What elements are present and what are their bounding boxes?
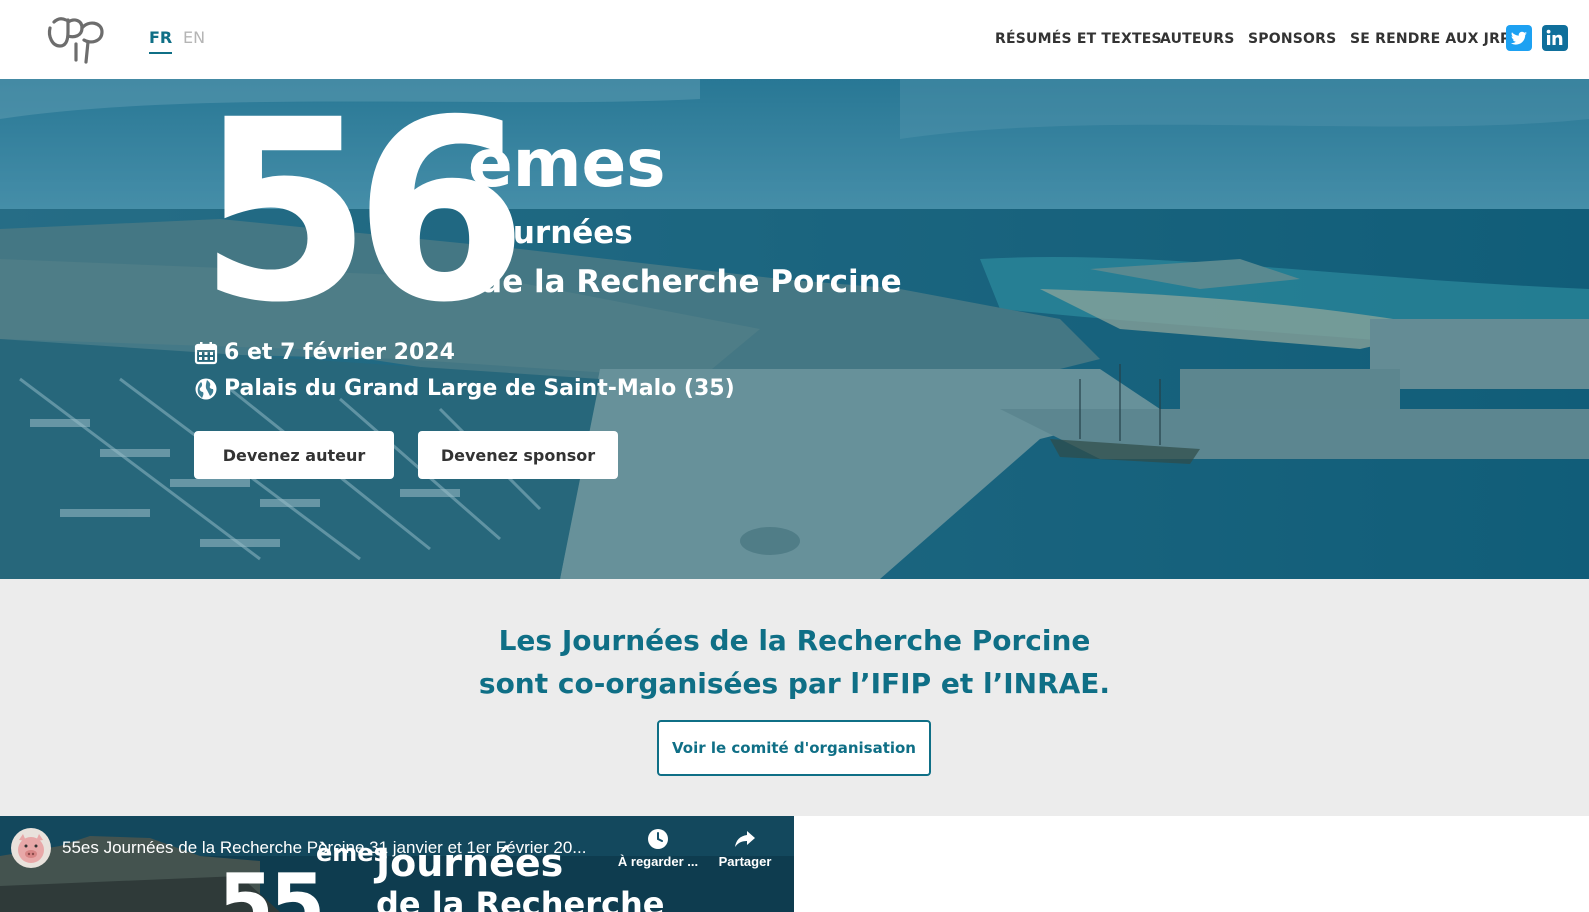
site-header: FR EN RÉSUMÉS ET TEXTES AUTEURS SPONSORS…: [0, 0, 1589, 79]
jrp-logo[interactable]: [46, 14, 108, 66]
pig-icon: [18, 834, 44, 863]
become-author-button[interactable]: Devenez auteur: [194, 431, 394, 479]
channel-avatar[interactable]: [11, 828, 51, 868]
edition-suffix: èmes: [468, 125, 666, 202]
watch-later-button[interactable]: À regarder ...: [613, 828, 703, 869]
clock-icon: [648, 829, 668, 849]
organisation-line2: sont co-organisées par l’IFIP et l’INRAE…: [478, 667, 1111, 700]
share-button[interactable]: Partager: [700, 828, 790, 869]
globe-icon: [195, 378, 217, 400]
organisation-section: Les Journées de la Recherche Porcine son…: [0, 579, 1589, 816]
organisation-line1: Les Journées de la Recherche Porcine: [498, 624, 1091, 657]
video-thumb-line2: de la Recherche: [376, 885, 665, 912]
watch-later-label: À regarder ...: [617, 854, 699, 869]
hero-subtitle-line2: de la Recherche Porcine: [480, 264, 902, 300]
hero-banner: 56 èmes Journées de la Recherche Porcine…: [0, 79, 1589, 579]
nav-auteurs[interactable]: AUTEURS: [1160, 31, 1235, 47]
event-location-text: Palais du Grand Large de Saint-Malo (35): [224, 376, 735, 401]
become-sponsor-button[interactable]: Devenez sponsor: [418, 431, 618, 479]
share-arrow-icon: [735, 831, 755, 847]
event-location: Palais du Grand Large de Saint-Malo (35): [194, 375, 735, 403]
organising-committee-button[interactable]: Voir le comité d'organisation: [657, 720, 931, 776]
event-date: 6 et 7 février 2024: [194, 339, 455, 367]
video-thumb-number: 55: [218, 857, 325, 912]
linkedin-icon[interactable]: [1542, 25, 1568, 51]
edition-number: 56: [198, 79, 528, 357]
nav-sponsors[interactable]: SPONSORS: [1248, 31, 1336, 47]
lang-en-link[interactable]: EN: [183, 28, 205, 47]
hero-subtitle-line1: Journées: [480, 215, 633, 251]
share-label: Partager: [718, 854, 772, 869]
twitter-icon[interactable]: [1506, 25, 1532, 51]
lang-fr-link[interactable]: FR: [149, 28, 173, 54]
nav-se-rendre[interactable]: SE RENDRE AUX JRP: [1350, 31, 1511, 47]
nav-resumes-textes[interactable]: RÉSUMÉS ET TEXTES: [995, 31, 1162, 47]
youtube-video-embed[interactable]: 55 èmes Journées de la Recherche 55es Jo…: [0, 816, 794, 912]
calendar-icon: [194, 342, 218, 365]
event-date-text: 6 et 7 février 2024: [224, 340, 455, 365]
video-title[interactable]: 55es Journées de la Recherche Porcine 31…: [62, 838, 586, 858]
